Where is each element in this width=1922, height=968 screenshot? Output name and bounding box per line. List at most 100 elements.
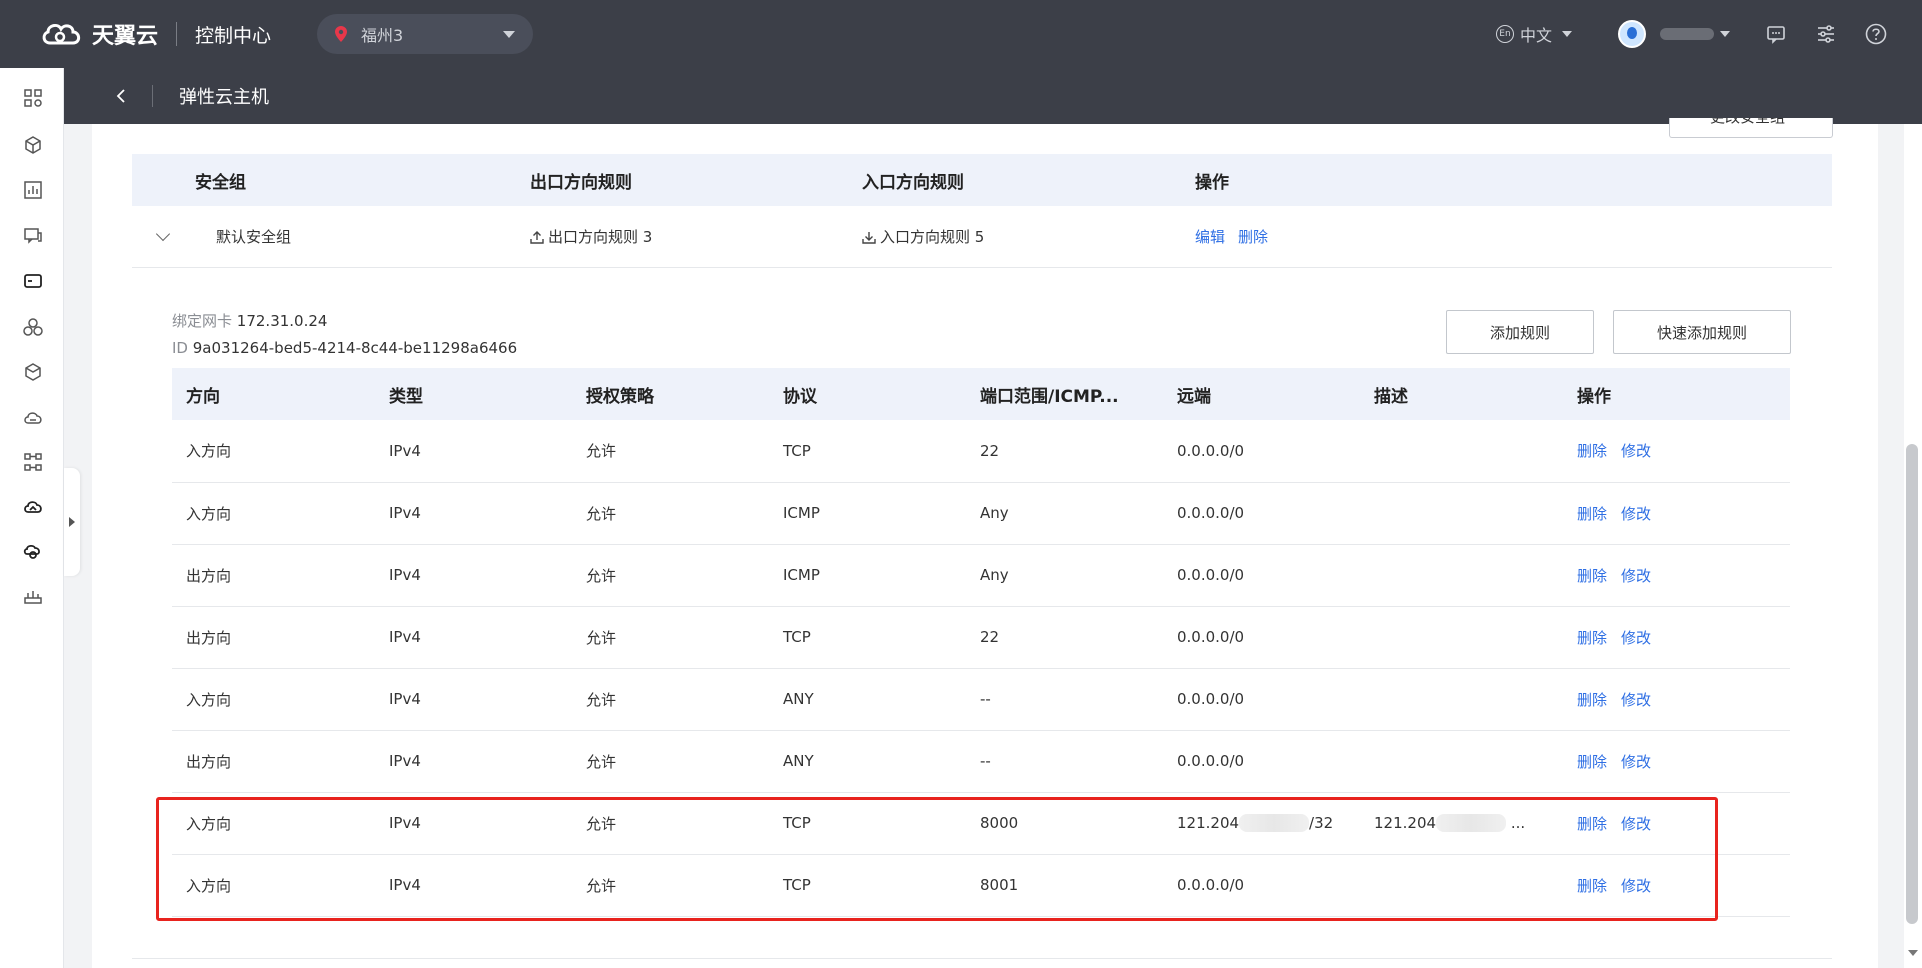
table-row: 入方向 IPv4 允许 TCP 8001 0.0.0.0/0 删除 修改 <box>172 854 1790 917</box>
direction-cell: 入方向 <box>172 854 375 917</box>
remote-cell: 0.0.0.0/0 <box>1163 854 1360 917</box>
sidebar-expand-toggle[interactable] <box>64 468 80 576</box>
direction-cell: 入方向 <box>172 668 375 731</box>
chevron-left-icon <box>116 89 125 103</box>
divider <box>132 958 1832 959</box>
operations-cell: 删除 修改 <box>1563 854 1790 917</box>
page-header: 弹性云主机 <box>64 68 1922 124</box>
delete-rule-link[interactable]: 删除 <box>1577 567 1607 585</box>
policy-cell: 允许 <box>572 544 769 607</box>
protocol-cell: ANY <box>769 730 966 793</box>
brand-name: 天翼云 <box>92 24 159 49</box>
delete-rule-link[interactable]: 删除 <box>1577 629 1607 647</box>
description-cell <box>1360 420 1563 483</box>
box-icon[interactable] <box>22 361 44 383</box>
delete-rule-link[interactable]: 删除 <box>1577 753 1607 771</box>
direction-cell: 入方向 <box>172 482 375 545</box>
delete-rule-link[interactable]: 删除 <box>1577 815 1607 833</box>
modify-rule-link[interactable]: 修改 <box>1621 505 1651 523</box>
server-icon[interactable] <box>22 270 44 292</box>
settings-sliders-icon[interactable] <box>1814 22 1838 46</box>
policy-cell: 允许 <box>572 668 769 731</box>
modify-rule-link[interactable]: 修改 <box>1621 567 1651 585</box>
network-icon[interactable] <box>22 451 44 473</box>
operations-cell: 删除 修改 <box>1563 420 1790 483</box>
remote-cell: 0.0.0.0/0 <box>1163 730 1360 793</box>
column-header: 远端 <box>1163 368 1360 420</box>
cloud-storage-icon[interactable] <box>22 407 44 429</box>
cloud-sync-icon[interactable] <box>22 496 44 518</box>
column-header: 入口方向规则 <box>862 172 964 193</box>
modify-rule-link[interactable]: 修改 <box>1621 691 1651 709</box>
message-icon[interactable] <box>1764 22 1788 46</box>
operations-cell: 删除 修改 <box>1563 730 1790 793</box>
delete-rule-link[interactable]: 删除 <box>1577 442 1607 460</box>
dashboard-icon[interactable] <box>22 87 44 109</box>
region-selector[interactable]: 福州3 <box>317 14 534 54</box>
add-rule-button[interactable]: 添加规则 <box>1446 310 1594 354</box>
scroll-down-arrow-icon[interactable] <box>1908 950 1918 956</box>
modify-rule-link[interactable]: 修改 <box>1621 815 1651 833</box>
modify-rule-link[interactable]: 修改 <box>1621 753 1651 771</box>
download-icon <box>862 232 876 244</box>
type-cell: IPv4 <box>375 730 572 793</box>
modify-rule-link[interactable]: 修改 <box>1621 442 1651 460</box>
column-header: 类型 <box>375 368 572 420</box>
delete-rule-link[interactable]: 删除 <box>1577 691 1607 709</box>
port-cell: -- <box>966 668 1163 731</box>
modify-rule-link[interactable]: 修改 <box>1621 629 1651 647</box>
chevron-down-icon <box>503 30 516 38</box>
remote-cell: 0.0.0.0/0 <box>1163 544 1360 607</box>
table-row: 出方向 IPv4 允许 ICMP Any 0.0.0.0/0 删除 修改 <box>172 544 1790 607</box>
description-cell <box>1360 668 1563 731</box>
left-sidebar <box>0 68 64 968</box>
help-icon[interactable] <box>1864 22 1888 46</box>
cluster-icon[interactable] <box>22 316 44 338</box>
column-header: 端口范围/ICMP... <box>966 368 1163 420</box>
redacted-block <box>1436 814 1507 833</box>
change-security-group-button[interactable]: 更改安全组 <box>1669 118 1833 138</box>
cube-icon[interactable] <box>22 134 44 156</box>
security-icon[interactable] <box>22 541 44 563</box>
delete-rule-link[interactable]: 删除 <box>1577 505 1607 523</box>
divider <box>152 85 153 107</box>
user-name-redacted <box>1660 28 1714 40</box>
type-cell: IPv4 <box>375 420 572 483</box>
page-title: 弹性云主机 <box>179 87 269 108</box>
type-cell: IPv4 <box>375 792 572 855</box>
nic-label: 绑定网卡 <box>172 312 233 330</box>
column-header: 方向 <box>172 368 375 420</box>
direction-cell: 出方向 <box>172 606 375 669</box>
delete-rule-link[interactable]: 删除 <box>1577 877 1607 895</box>
modify-rule-link[interactable]: 修改 <box>1621 877 1651 895</box>
scrollbar-thumb[interactable] <box>1906 444 1918 924</box>
egress-rules-count: 出口方向规则 3 <box>530 226 652 247</box>
topbar-actions: En 中文 <box>1495 0 1922 68</box>
rules-table-body: 入方向 IPv4 允许 TCP 22 0.0.0.0/0 删除 修改 入方向 IPv4 允许 ICMP… <box>172 420 1790 917</box>
remote-suffix: /32 <box>1309 813 1334 832</box>
protocol-cell: TCP <box>769 854 966 917</box>
column-header: 出口方向规则 <box>530 172 632 193</box>
avatar <box>1618 20 1646 48</box>
message-icon[interactable] <box>22 225 44 247</box>
chart-icon[interactable] <box>22 179 44 201</box>
edit-security-group-link[interactable]: 编辑 <box>1195 226 1225 247</box>
description-value: 121.204 <box>1374 813 1437 832</box>
column-header: 描述 <box>1360 368 1563 420</box>
type-cell: IPv4 <box>375 606 572 669</box>
policy-cell: 允许 <box>572 482 769 545</box>
expand-chevron-icon[interactable] <box>155 226 171 241</box>
protocol-cell: TCP <box>769 606 966 669</box>
console-title[interactable]: 控制中心 <box>195 21 271 48</box>
brand-logo[interactable]: 天翼云 <box>40 0 158 68</box>
language-selector[interactable]: En 中文 <box>1495 22 1572 46</box>
language-icon: En <box>1495 25 1514 43</box>
user-menu[interactable] <box>1618 20 1730 48</box>
back-button[interactable] <box>104 88 138 104</box>
table-row: 入方向 IPv4 允许 TCP 22 0.0.0.0/0 删除 修改 <box>172 420 1790 483</box>
description-cell <box>1360 606 1563 669</box>
database-icon[interactable] <box>22 586 44 608</box>
quick-add-rule-button[interactable]: 快速添加规则 <box>1613 310 1791 354</box>
port-cell: -- <box>966 730 1163 793</box>
delete-security-group-link[interactable]: 删除 <box>1238 226 1268 247</box>
